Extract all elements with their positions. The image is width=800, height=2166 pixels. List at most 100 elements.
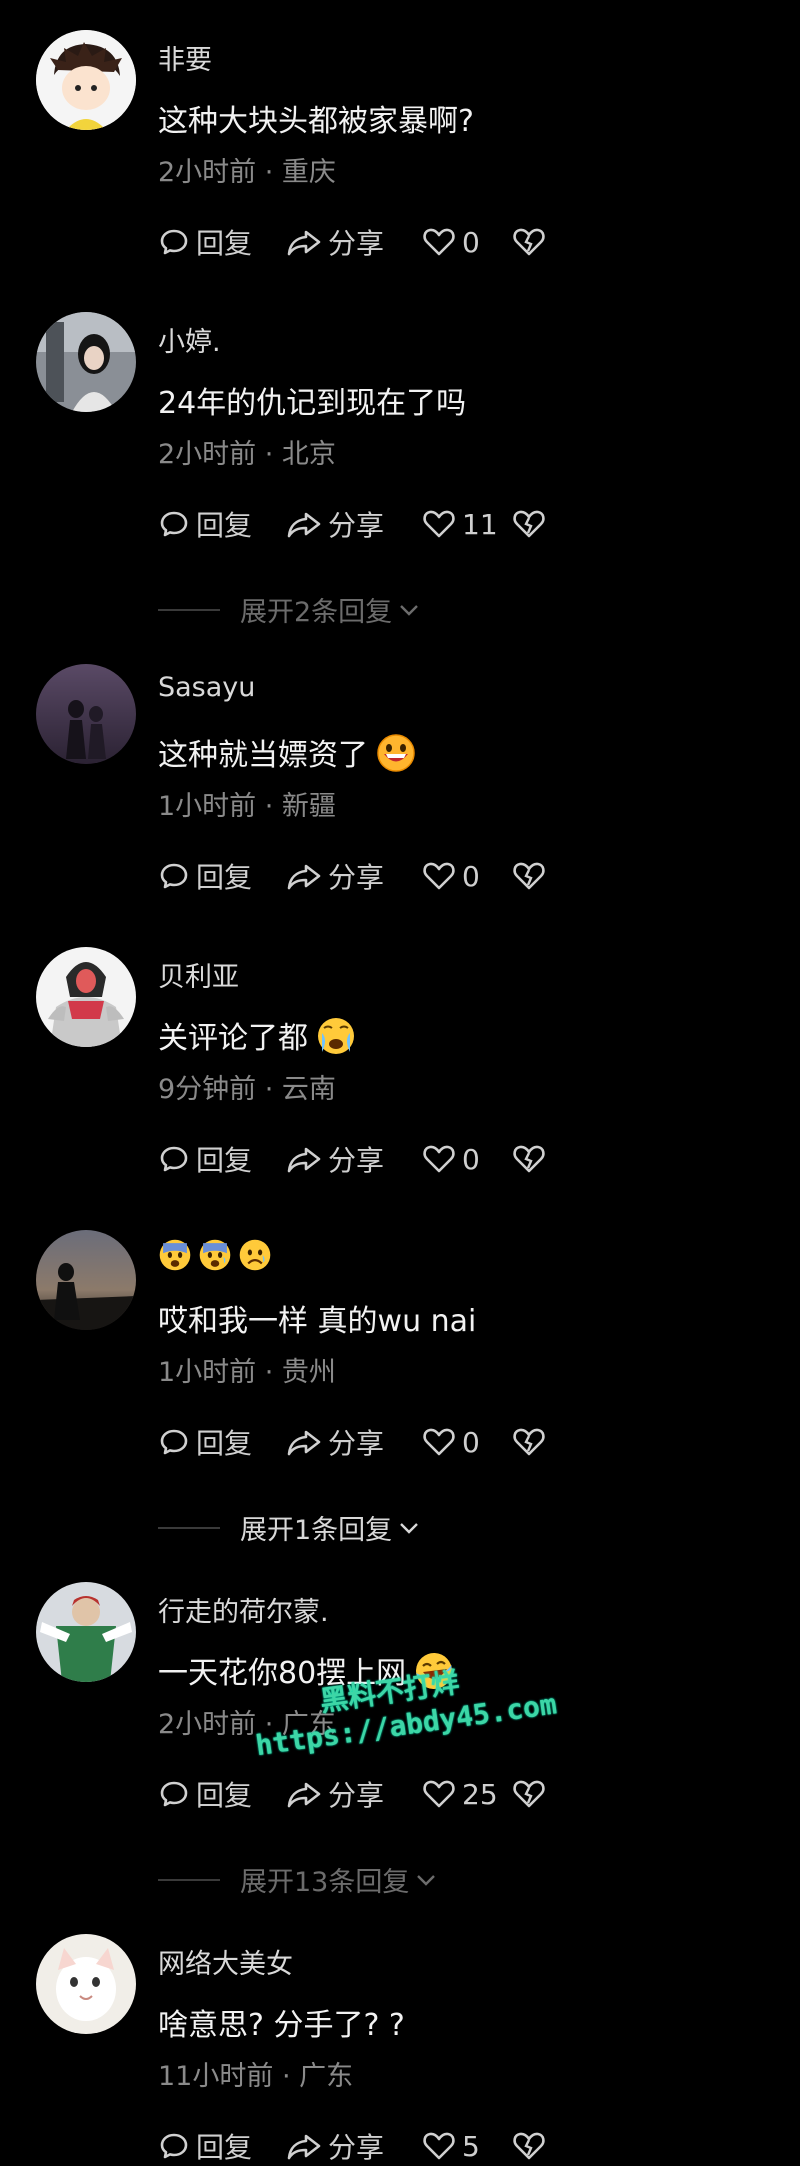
share-icon bbox=[286, 508, 322, 540]
heart-icon bbox=[422, 860, 456, 892]
divider-line bbox=[158, 1878, 220, 1881]
share-label: 分享 bbox=[328, 1144, 385, 1177]
anxious-face-emoji-icon bbox=[198, 1238, 232, 1279]
broken-heart-icon bbox=[512, 508, 546, 540]
reply-button[interactable]: 回复 bbox=[158, 504, 286, 544]
comment-text: 这种大块头都被家暴啊? bbox=[158, 104, 474, 139]
broken-heart-icon bbox=[512, 1426, 546, 1458]
dislike-button[interactable] bbox=[512, 508, 546, 540]
broken-heart-icon bbox=[512, 2130, 546, 2162]
reply-button[interactable]: 回复 bbox=[158, 1774, 286, 1814]
like-button[interactable]: 25 bbox=[422, 1778, 512, 1811]
reply-button[interactable]: 回复 bbox=[158, 1139, 286, 1179]
like-button[interactable]: 0 bbox=[422, 1426, 512, 1459]
broken-heart-icon bbox=[512, 1143, 546, 1175]
chevron-down-icon bbox=[398, 594, 420, 625]
comment-actions: 回复 分享 0 bbox=[158, 1422, 546, 1462]
share-button[interactable]: 分享 bbox=[286, 504, 422, 544]
comment-username[interactable]: 贝利亚 bbox=[158, 955, 239, 994]
share-button[interactable]: 分享 bbox=[286, 2126, 422, 2166]
reply-button[interactable]: 回复 bbox=[158, 1422, 286, 1462]
comment-username[interactable]: 行走的荷尔蒙. bbox=[158, 1590, 329, 1629]
reply-button[interactable]: 回复 bbox=[158, 2126, 286, 2166]
comment-username[interactable]: 非要 bbox=[158, 38, 212, 77]
share-icon bbox=[286, 860, 322, 892]
share-label: 分享 bbox=[328, 861, 385, 894]
share-icon bbox=[286, 226, 322, 258]
reply-button[interactable]: 回复 bbox=[158, 222, 286, 262]
broken-heart-icon bbox=[512, 226, 546, 258]
comment-text: 24年的仇记到现在了吗 bbox=[158, 386, 467, 421]
comment-content: 这种就当嫖资了 bbox=[158, 730, 416, 781]
share-button[interactable]: 分享 bbox=[286, 856, 422, 896]
share-button[interactable]: 分享 bbox=[286, 222, 422, 262]
comment-username[interactable] bbox=[158, 1238, 272, 1279]
comment-username[interactable]: Sasayu bbox=[158, 672, 255, 703]
comment-actions: 回复 分享 5 bbox=[158, 2126, 546, 2166]
reply-button[interactable]: 回复 bbox=[158, 856, 286, 896]
share-label: 分享 bbox=[328, 2131, 385, 2164]
like-button[interactable]: 0 bbox=[422, 1143, 512, 1176]
comment-actions: 回复 分享 0 bbox=[158, 856, 546, 896]
comment-username[interactable]: 小婷. bbox=[158, 320, 221, 359]
dislike-button[interactable] bbox=[512, 2130, 546, 2162]
dislike-button[interactable] bbox=[512, 860, 546, 892]
chevron-down-icon bbox=[398, 1512, 420, 1543]
reply-icon bbox=[158, 1778, 190, 1810]
share-button[interactable]: 分享 bbox=[286, 1774, 422, 1814]
like-button[interactable]: 0 bbox=[422, 226, 512, 259]
reply-label: 回复 bbox=[196, 1779, 253, 1812]
dislike-button[interactable] bbox=[512, 1143, 546, 1175]
expand-replies-button[interactable]: 展开13条回复 bbox=[158, 1860, 558, 1899]
reply-icon bbox=[158, 226, 190, 258]
like-count: 25 bbox=[462, 1777, 498, 1811]
heart-icon bbox=[422, 1426, 456, 1458]
comment-meta: 9分钟前 · 云南 bbox=[158, 1074, 336, 1105]
like-count: 5 bbox=[462, 2129, 480, 2163]
like-count: 11 bbox=[462, 507, 498, 541]
grinning-face-emoji-icon bbox=[376, 733, 416, 781]
heart-icon bbox=[422, 508, 456, 540]
comment-actions: 回复 分享 25 bbox=[158, 1774, 546, 1814]
avatar[interactable] bbox=[36, 947, 136, 1047]
share-label: 分享 bbox=[328, 1427, 385, 1460]
comment-meta: 2小时前 · 重庆 bbox=[158, 157, 336, 188]
comment-text: 关评论了都 bbox=[158, 1021, 308, 1056]
comment-actions: 回复 分享 11 bbox=[158, 504, 546, 544]
anxious-face-emoji-icon bbox=[158, 1238, 192, 1279]
avatar[interactable] bbox=[36, 664, 136, 764]
reply-label: 回复 bbox=[196, 861, 253, 894]
reply-label: 回复 bbox=[196, 1144, 253, 1177]
like-button[interactable]: 11 bbox=[422, 508, 512, 541]
comment-content: 关评论了都 bbox=[158, 1013, 356, 1064]
avatar[interactable] bbox=[36, 1934, 136, 2034]
share-icon bbox=[286, 1778, 322, 1810]
comment-text: 啥意思? 分手了? ? bbox=[158, 2008, 405, 2043]
share-label: 分享 bbox=[328, 1779, 385, 1812]
divider-line bbox=[158, 608, 220, 611]
share-button[interactable]: 分享 bbox=[286, 1422, 422, 1462]
comment-text: 哎和我一样 真的wu nai bbox=[158, 1304, 477, 1339]
share-icon bbox=[286, 1426, 322, 1458]
expand-replies-label: 展开1条回复 bbox=[240, 1515, 393, 1546]
comment-meta: 1小时前 · 贵州 bbox=[158, 1357, 336, 1388]
expand-replies-button[interactable]: 展开2条回复 bbox=[158, 590, 558, 629]
expand-replies-button[interactable]: 展开1条回复 bbox=[158, 1508, 558, 1547]
like-button[interactable]: 0 bbox=[422, 860, 512, 893]
avatar[interactable] bbox=[36, 1230, 136, 1330]
avatar[interactable] bbox=[36, 30, 136, 130]
like-button[interactable]: 5 bbox=[422, 2130, 512, 2163]
reply-icon bbox=[158, 508, 190, 540]
heart-icon bbox=[422, 2130, 456, 2162]
avatar[interactable] bbox=[36, 1582, 136, 1682]
comment-username[interactable]: 网络大美女 bbox=[158, 1942, 293, 1981]
avatar[interactable] bbox=[36, 312, 136, 412]
dislike-button[interactable] bbox=[512, 1778, 546, 1810]
share-button[interactable]: 分享 bbox=[286, 1139, 422, 1179]
chevron-down-icon bbox=[415, 1864, 437, 1895]
reply-label: 回复 bbox=[196, 2131, 253, 2164]
dislike-button[interactable] bbox=[512, 226, 546, 258]
comment-meta: 2小时前 · 北京 bbox=[158, 439, 336, 470]
share-icon bbox=[286, 2130, 322, 2162]
dislike-button[interactable] bbox=[512, 1426, 546, 1458]
